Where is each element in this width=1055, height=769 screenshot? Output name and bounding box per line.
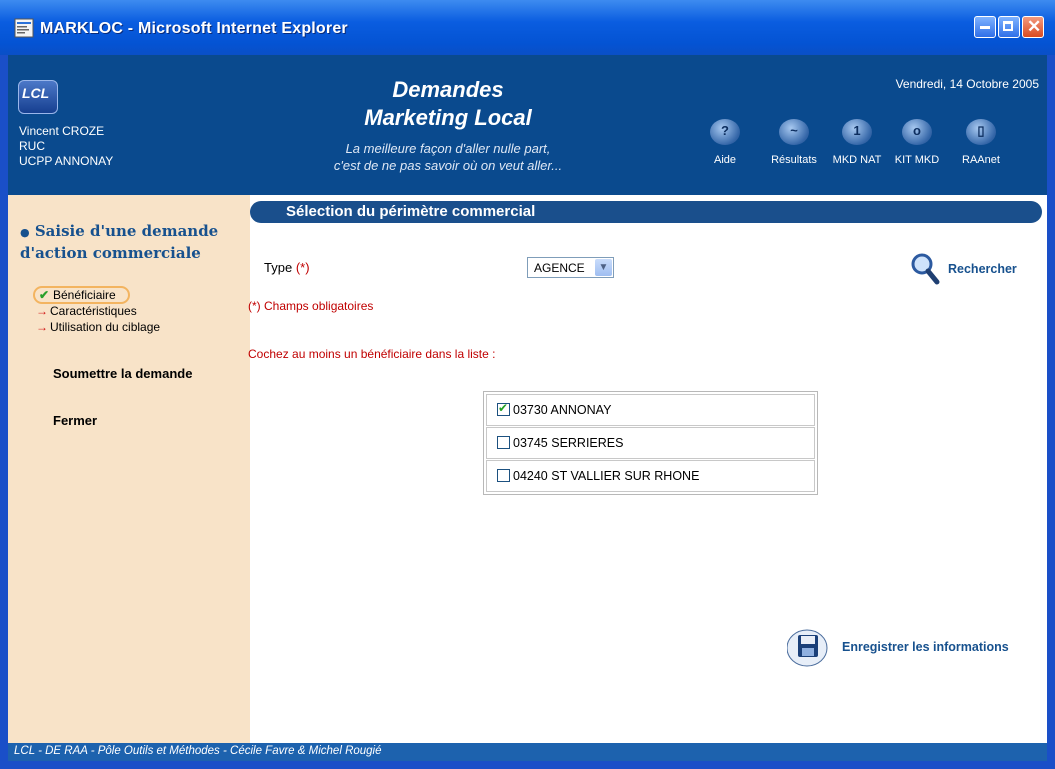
- search-link[interactable]: Rechercher: [948, 262, 1017, 276]
- tagline-line2: c'est de ne pas savoir où on veut aller.…: [333, 158, 563, 173]
- arrow-right-icon: →: [36, 304, 48, 318]
- type-label: Type (*): [264, 260, 310, 275]
- list-item-label: 03745 SERRIERES: [513, 436, 624, 450]
- list-item[interactable]: 04240 ST VALLIER SUR RHONE: [486, 460, 815, 492]
- magnifier-icon[interactable]: [910, 252, 940, 286]
- required-marker: (*): [295, 260, 310, 275]
- kit-mkd-icon: o: [902, 119, 932, 145]
- nav-kit-mkd[interactable]: o KIT MKD: [887, 119, 947, 166]
- results-icon: ~: [779, 119, 809, 145]
- user-role: RUC: [19, 139, 45, 153]
- checkbox-serrieres[interactable]: [497, 436, 510, 449]
- check-icon: ✔: [39, 288, 50, 302]
- nav-label: Résultats: [771, 154, 817, 166]
- step-caracteristiques[interactable]: → Caractéristiques: [36, 304, 137, 318]
- sidebar: ● Saisie d'une demande d'action commerci…: [8, 195, 250, 743]
- raanet-icon: ▯: [966, 119, 996, 145]
- tagline-line1: La meilleure façon d'aller nulle part,: [345, 141, 551, 156]
- nav-label: RAAnet: [962, 154, 1000, 166]
- app-title-line1: Demandes: [392, 77, 504, 102]
- list-item[interactable]: 03730 ANNONAY: [486, 394, 815, 426]
- list-item[interactable]: 03745 SERRIERES: [486, 427, 815, 459]
- app-title-line2: Marketing Local: [364, 105, 532, 130]
- chevron-down-icon[interactable]: ▼: [595, 259, 612, 276]
- step-beneficiaire[interactable]: ✔ Bénéficiaire: [33, 286, 130, 304]
- bullet-icon: ●: [20, 226, 30, 239]
- internet-explorer-icon: [14, 18, 34, 38]
- checkbox-st-vallier[interactable]: [497, 469, 510, 482]
- user-name: Vincent CROZE: [19, 124, 105, 138]
- nav-label: KIT MKD: [894, 154, 940, 166]
- window-frame-right: [1047, 55, 1055, 769]
- step-label: Caractéristiques: [50, 304, 137, 318]
- arrow-right-icon: →: [36, 320, 48, 334]
- current-date: Vendredi, 14 Octobre 2005: [895, 77, 1039, 91]
- minimize-icon: [980, 26, 990, 29]
- step-utilisation-ciblage[interactable]: → Utilisation du ciblage: [36, 320, 160, 334]
- type-select[interactable]: AGENCE ▼: [527, 257, 614, 278]
- page-footer: LCL - DE RAA - Pôle Outils et Méthodes -…: [8, 743, 1047, 761]
- page-header: LCL Vincent CROZE RUC UCPP ANNONAY Deman…: [8, 55, 1047, 195]
- window-frame-left: [0, 55, 8, 769]
- maximize-button[interactable]: [998, 16, 1020, 38]
- close-window-button[interactable]: ✕: [1022, 16, 1044, 38]
- save-information-link[interactable]: Enregistrer les informations: [842, 640, 1009, 654]
- close-icon: ✕: [1027, 17, 1042, 36]
- section-title-bar: Sélection du périmètre commercial: [250, 201, 1042, 223]
- submit-request-link[interactable]: Soumettre la demande: [53, 366, 192, 381]
- list-item-label: 04240 ST VALLIER SUR RHONE: [513, 469, 700, 483]
- beneficiary-list: 03730 ANNONAY 03745 SERRIERES 04240 ST V…: [483, 391, 818, 495]
- type-select-value: AGENCE: [534, 261, 585, 275]
- required-fields-note: (*) Champs obligatoires: [248, 299, 374, 313]
- close-link[interactable]: Fermer: [53, 413, 97, 428]
- minimize-button[interactable]: [974, 16, 996, 38]
- user-unit: UCPP ANNONAY: [19, 154, 114, 168]
- help-icon: ?: [710, 119, 740, 145]
- instruction-text: Cochez au moins un bénéficiaire dans la …: [248, 347, 496, 361]
- footer-credits: LCL - DE RAA - Pôle Outils et Méthodes -…: [14, 745, 382, 757]
- nav-label: Aide: [713, 154, 737, 166]
- step-label: Utilisation du ciblage: [50, 320, 161, 334]
- nav-raanet[interactable]: ▯ RAAnet: [951, 119, 1011, 166]
- nav-aide[interactable]: ? Aide: [695, 119, 755, 166]
- window-title: MARKLOC - Microsoft Internet Explorer: [40, 20, 348, 37]
- nav-label: MKD NAT: [832, 154, 882, 166]
- step-label: Bénéficiaire: [53, 288, 116, 302]
- nav-resultats[interactable]: ~ Résultats: [764, 119, 824, 166]
- floppy-disk-icon[interactable]: [787, 628, 833, 668]
- list-item-label: 03730 ANNONAY: [513, 403, 612, 417]
- maximize-icon: [1003, 21, 1013, 31]
- lcl-logo-text: LCL: [22, 85, 50, 101]
- mkd-nat-icon: 1: [842, 119, 872, 145]
- section-title: Sélection du périmètre commercial: [286, 203, 536, 220]
- window-titlebar: MARKLOC - Microsoft Internet Explorer ✕: [0, 0, 1055, 55]
- lcl-logo: LCL: [18, 80, 58, 114]
- sidebar-heading: ● Saisie d'une demande d'action commerci…: [20, 222, 219, 262]
- window-frame-bottom: [0, 761, 1055, 769]
- checkbox-annonay[interactable]: [497, 401, 510, 416]
- nav-mkd-nat[interactable]: 1 MKD NAT: [827, 119, 887, 166]
